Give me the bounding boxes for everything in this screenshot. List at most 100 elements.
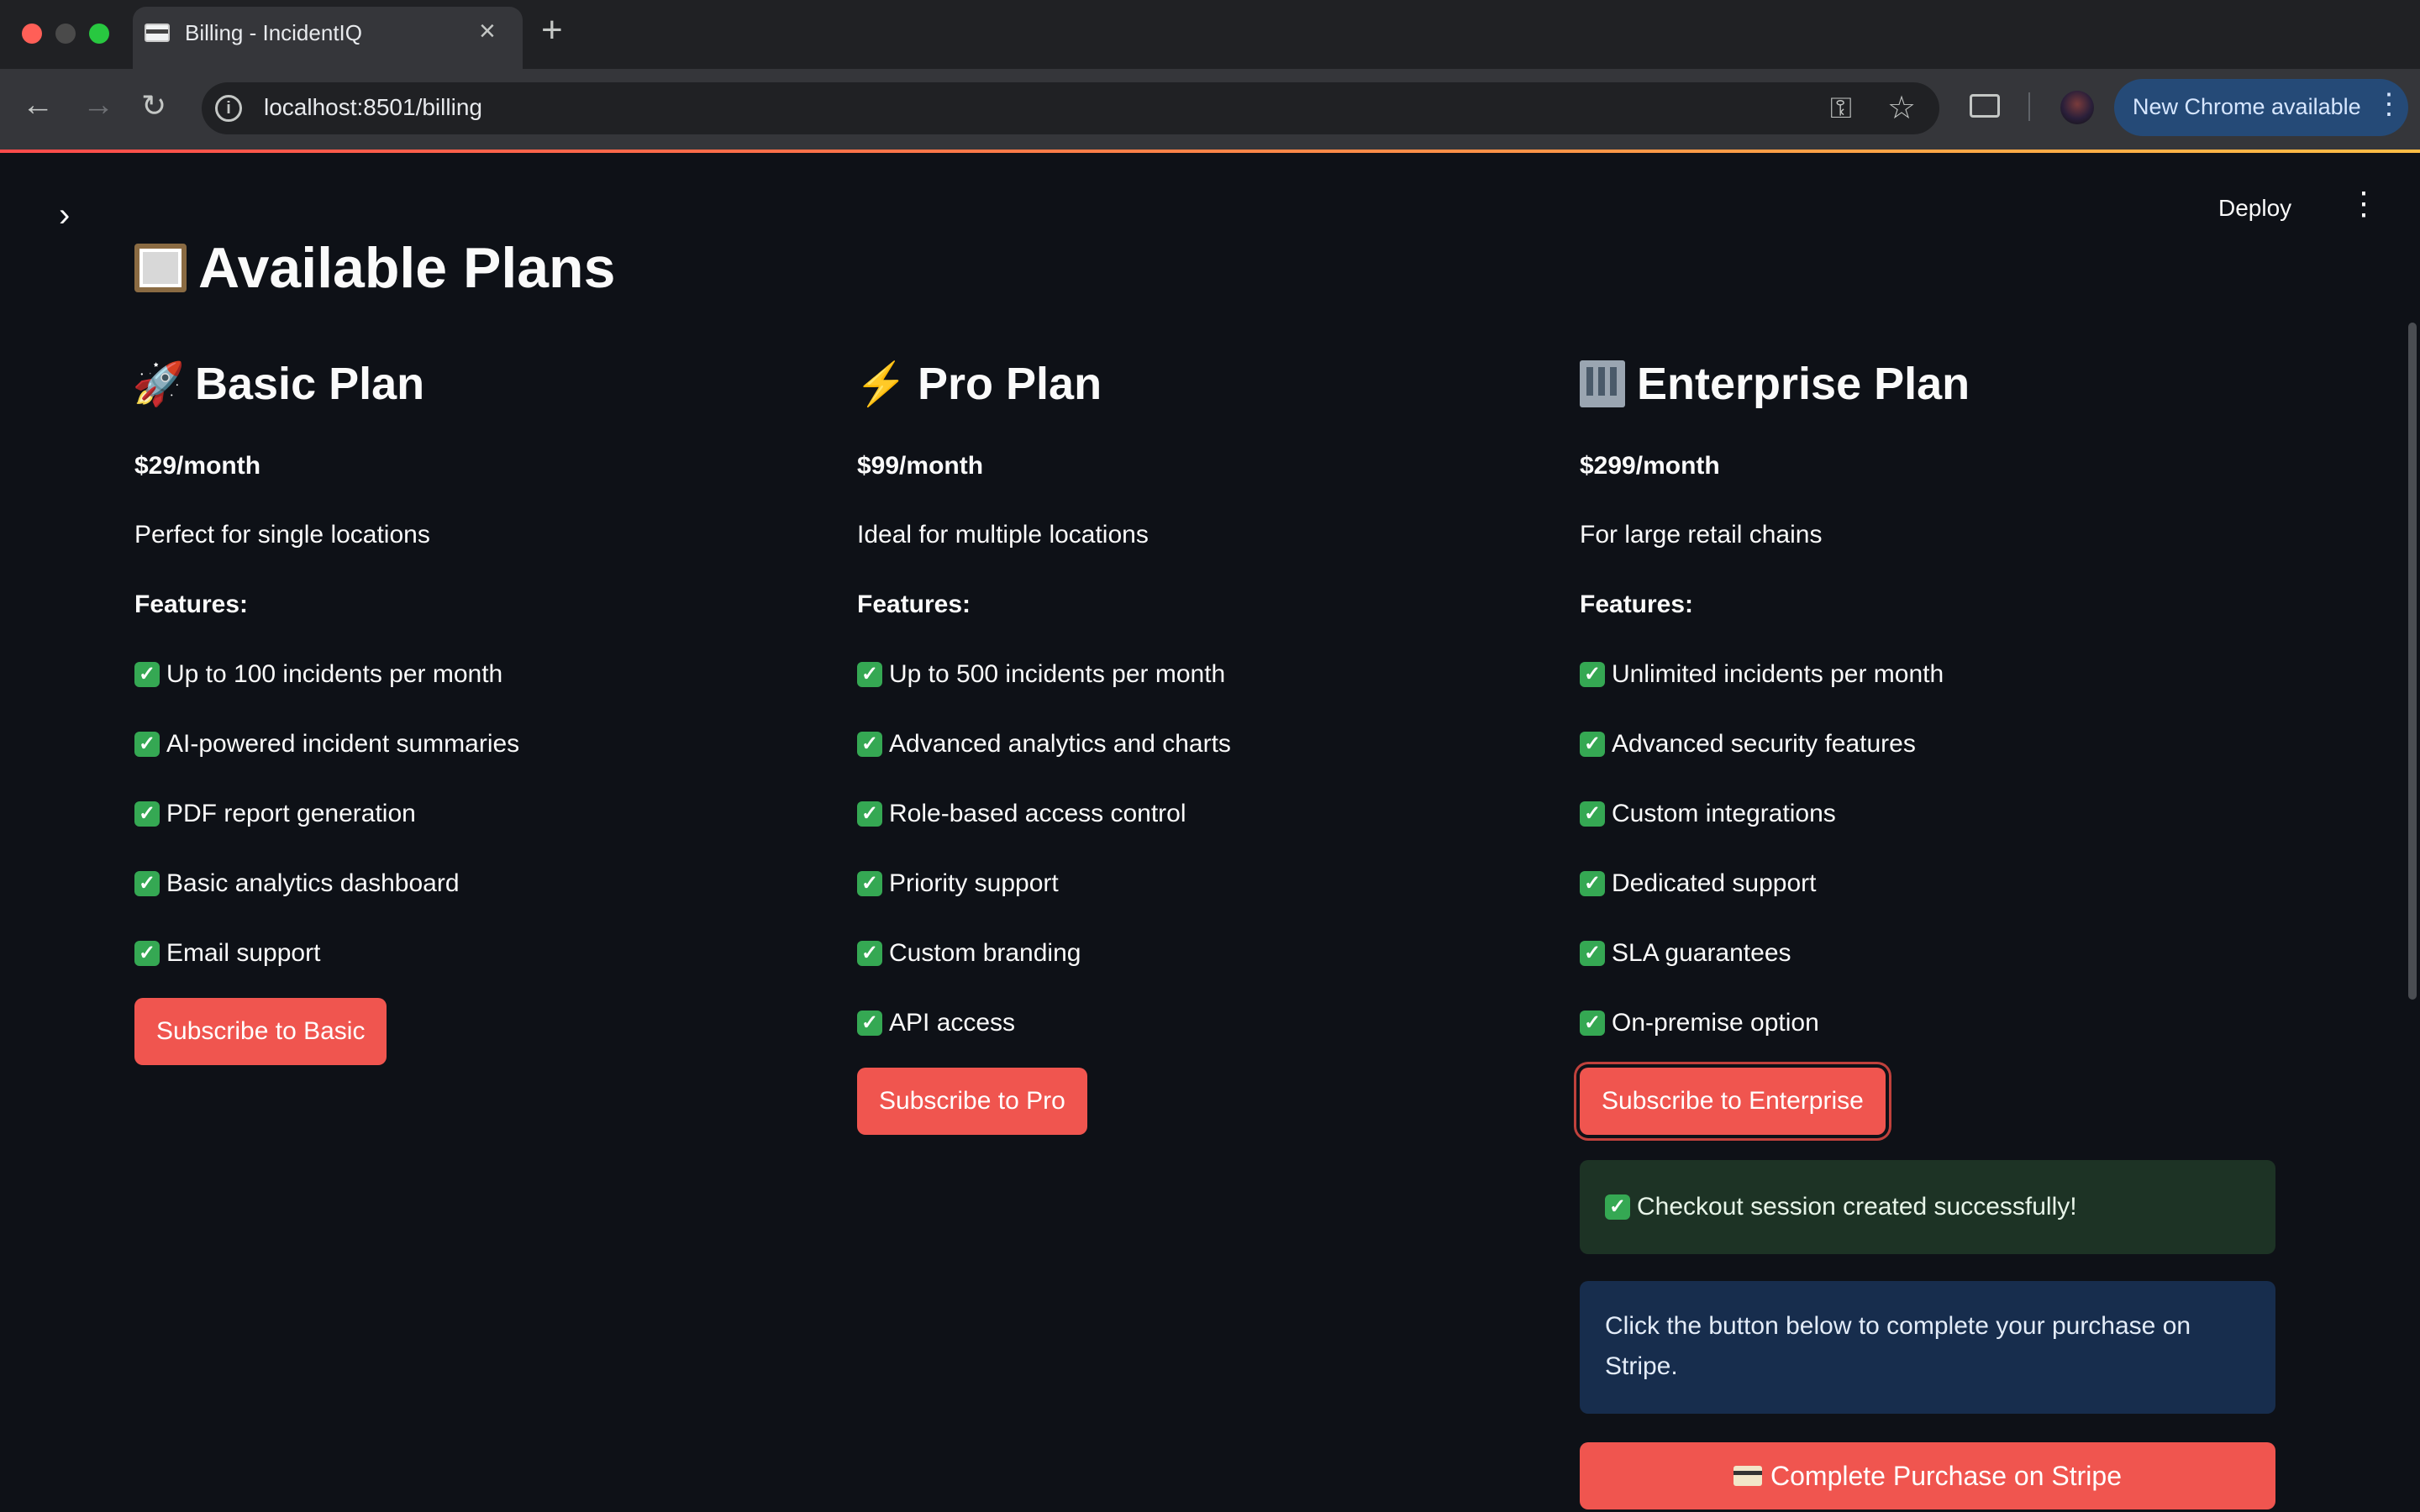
feature-text: Email support [166,939,321,967]
subscribe-enterprise-button[interactable]: Subscribe to Enterprise [1580,1068,1886,1135]
plan-name: Enterprise Plan [1637,359,1970,409]
plan-column-enterprise: Enterprise Plan $299/month For large ret… [1580,353,2286,1509]
plan-heading: ⚡ Pro Plan [855,353,1563,415]
check-mark-icon: ✓ [857,941,882,966]
feature-item: ✓ PDF report generation [134,795,840,833]
deploy-button[interactable]: Deploy [2218,195,2291,222]
password-key-icon[interactable]: ⚿ [1830,92,1852,125]
page-title-text: Available Plans [198,236,616,300]
check-mark-icon: ✓ [134,801,160,827]
cast-icon[interactable] [1970,94,2000,118]
feature-text: Up to 500 incidents per month [889,660,1226,688]
feature-item: ✓ On-premise option [1580,1004,2286,1042]
rocket-icon: 🚀 [132,360,186,407]
feature-text: Custom branding [889,939,1081,967]
lightning-icon: ⚡ [855,360,908,407]
features-heading: Features: [134,591,249,618]
feature-text: Up to 100 incidents per month [166,660,503,688]
feature-item: ✓ Advanced analytics and charts [857,725,1563,764]
plan-price: $29/month [134,452,261,480]
check-mark-icon: ✓ [857,662,882,687]
url-text[interactable]: localhost:8501/billing [264,94,482,121]
plan-column-basic: 🚀 Basic Plan $29/month Perfect for singl… [132,353,840,1065]
check-mark-icon: ✓ [1580,732,1605,757]
plan-heading: 🚀 Basic Plan [132,353,840,415]
feature-text: AI-powered incident summaries [166,730,520,758]
feature-text: Custom integrations [1612,800,1836,827]
plan-description: Ideal for multiple locations [857,521,1149,549]
app-menu-icon[interactable]: ⋮ [2348,188,2380,220]
close-tab-icon[interactable]: × [479,17,496,45]
check-mark-icon: ✓ [1580,662,1605,687]
feature-text: Advanced security features [1612,730,1916,758]
feature-item: ✓ Up to 100 incidents per month [134,655,840,694]
site-info-icon[interactable]: i [215,95,242,122]
framed-picture-icon [134,244,187,292]
feature-item: ✓ Custom integrations [1580,795,2286,833]
features-heading: Features: [857,591,971,618]
check-mark-icon: ✓ [857,871,882,896]
credit-card-icon [1733,1466,1762,1486]
check-mark-icon: ✓ [134,662,160,687]
features-heading: Features: [1580,591,1694,618]
toolbar-divider [2028,92,2030,121]
feature-text: Dedicated support [1612,869,1817,897]
feature-item: ✓ Email support [134,934,840,973]
check-mark-icon: ✓ [1580,871,1605,896]
feature-text: Unlimited incidents per month [1612,660,1944,688]
feature-item: ✓ Unlimited incidents per month [1580,655,2286,694]
feature-item: ✓ Advanced security features [1580,725,2286,764]
feature-list: ✓ Up to 500 incidents per month ✓ Advanced… [857,655,1563,1042]
complete-purchase-stripe-button[interactable]: Complete Purchase on Stripe [1580,1442,2275,1509]
plan-price: $299/month [1580,452,1720,480]
bookmark-star-icon[interactable]: ☆ [1887,89,1916,127]
page-scrollbar[interactable] [2408,323,2417,1000]
chrome-menu-icon[interactable]: ⋮ [2375,87,2403,121]
feature-text: Advanced analytics and charts [889,730,1231,758]
new-tab-icon[interactable]: + [541,12,563,49]
feature-text: PDF report generation [166,800,416,827]
plan-column-pro: ⚡ Pro Plan $99/month Ideal for multiple … [855,353,1563,1135]
maximize-window-button[interactable] [89,24,109,44]
feature-item: ✓ Custom branding [857,934,1563,973]
feature-text: Basic analytics dashboard [166,869,460,897]
stripe-button-label: Complete Purchase on Stripe [1770,1460,2122,1491]
plan-description: For large retail chains [1580,521,1823,549]
check-mark-icon: ✓ [857,801,882,827]
feature-item: ✓ Basic analytics dashboard [134,864,840,903]
sidebar-expand-chevron-icon[interactable]: › [59,198,70,232]
feature-text: Role-based access control [889,800,1186,827]
close-window-button[interactable] [22,24,42,44]
page-title: Available Plans [134,235,615,301]
check-mark-icon: ✓ [134,941,160,966]
plan-description: Perfect for single locations [134,521,430,549]
check-mark-icon: ✓ [134,732,160,757]
check-mark-icon: ✓ [1580,1011,1605,1036]
chrome-update-label: New Chrome available [2133,94,2361,119]
subscribe-pro-button[interactable]: Subscribe to Pro [857,1068,1087,1135]
feature-item: ✓ API access [857,1004,1563,1042]
app-header-decoration [0,150,2420,153]
plan-price: $99/month [857,452,984,480]
minimize-window-button[interactable] [55,24,76,44]
back-arrow-icon[interactable]: ← [22,89,54,121]
feature-text: On-premise option [1612,1009,1819,1037]
success-alert: ✓ Checkout session created successfully! [1580,1160,2275,1254]
feature-list: ✓ Up to 100 incidents per month ✓ AI-power… [134,655,840,973]
info-alert: Click the button below to complete your … [1580,1281,2275,1414]
check-mark-icon: ✓ [1580,941,1605,966]
plan-name: Pro Plan [918,359,1102,409]
credit-card-icon [145,24,170,42]
feature-item: ✓ Role-based access control [857,795,1563,833]
feature-item: ✓ Dedicated support [1580,864,2286,903]
check-mark-icon: ✓ [1605,1194,1630,1220]
subscribe-basic-button[interactable]: Subscribe to Basic [134,998,387,1065]
feature-item: ✓ Priority support [857,864,1563,903]
reload-icon[interactable]: ↻ [141,91,166,121]
plan-heading: Enterprise Plan [1580,353,2286,415]
feature-text: SLA guarantees [1612,939,1791,967]
feature-text: API access [889,1009,1016,1037]
forward-arrow-icon[interactable]: → [82,89,114,121]
plan-name: Basic Plan [195,359,425,409]
profile-avatar[interactable] [2060,91,2094,124]
